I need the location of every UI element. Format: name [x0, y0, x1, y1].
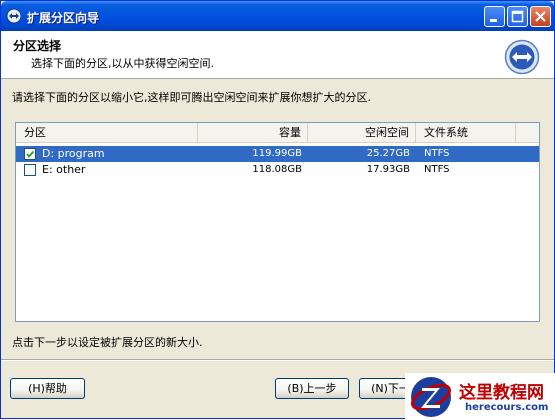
partition-capacity: 118.08GB [252, 164, 302, 175]
wizard-window: 扩展分区向导 分区选择 选择下面的分区,以从中获得空闲空间. 请选择下面的分区以… [0, 0, 555, 420]
maximize-icon [511, 10, 524, 23]
partition-file-system: NTFS [424, 148, 450, 159]
watermark: 这里教程网 herecours.com [405, 373, 555, 420]
partition-free-space: 25.27GB [366, 148, 410, 159]
partition-checkbox[interactable] [24, 148, 36, 160]
column-free-space[interactable]: 空闲空间 [308, 123, 416, 142]
list-header: 分区 容量 空闲空间 文件系统 [16, 123, 539, 143]
partition-name: D: program [42, 147, 105, 160]
partition-name: E: other [42, 163, 86, 176]
partition-file-system: NTFS [424, 164, 450, 175]
minimize-icon [490, 19, 497, 22]
footer-note: 点击下一步以设定被扩展分区的新大小. [12, 336, 203, 349]
header-subtitle: 选择下面的分区,以从中获得空闲空间. [31, 57, 214, 70]
divider [1, 359, 554, 361]
partition-list[interactable]: 分区 容量 空闲空间 文件系统 D: program 119.99GB 25.2… [15, 122, 540, 322]
instruction-text: 请选择下面的分区以缩小它,这样即可腾出空闲空间来扩展你想扩大的分区. [12, 91, 371, 104]
maximize-button[interactable] [507, 6, 528, 27]
window-title: 扩展分区向导 [27, 11, 100, 25]
close-icon [535, 11, 546, 22]
site-logo-icon [410, 377, 452, 417]
partition-capacity: 119.99GB [252, 148, 302, 159]
close-button[interactable] [530, 6, 551, 27]
wizard-app-icon [6, 8, 22, 24]
help-button[interactable]: (H)帮助 [10, 378, 85, 399]
column-partition[interactable]: 分区 [16, 123, 198, 142]
header-title: 分区选择 [13, 39, 62, 53]
partition-row[interactable]: D: program 119.99GB 25.27GB NTFS [16, 146, 539, 162]
partition-checkbox[interactable] [24, 164, 36, 176]
wizard-header: 分区选择 选择下面的分区,以从中获得空闲空间. [1, 31, 554, 79]
watermark-url: herecours.com [465, 402, 549, 413]
column-capacity[interactable]: 容量 [198, 123, 308, 142]
checkmark-icon [26, 150, 35, 158]
expand-arrows-icon [504, 39, 540, 75]
column-file-system[interactable]: 文件系统 [416, 123, 516, 142]
minimize-button[interactable] [484, 6, 505, 27]
watermark-title: 这里教程网 [459, 383, 544, 403]
title-bar[interactable]: 扩展分区向导 [1, 1, 554, 31]
back-button[interactable]: (B)上一步 [275, 378, 349, 399]
partition-row[interactable]: E: other 118.08GB 17.93GB NTFS [16, 162, 539, 178]
partition-free-space: 17.93GB [366, 164, 410, 175]
